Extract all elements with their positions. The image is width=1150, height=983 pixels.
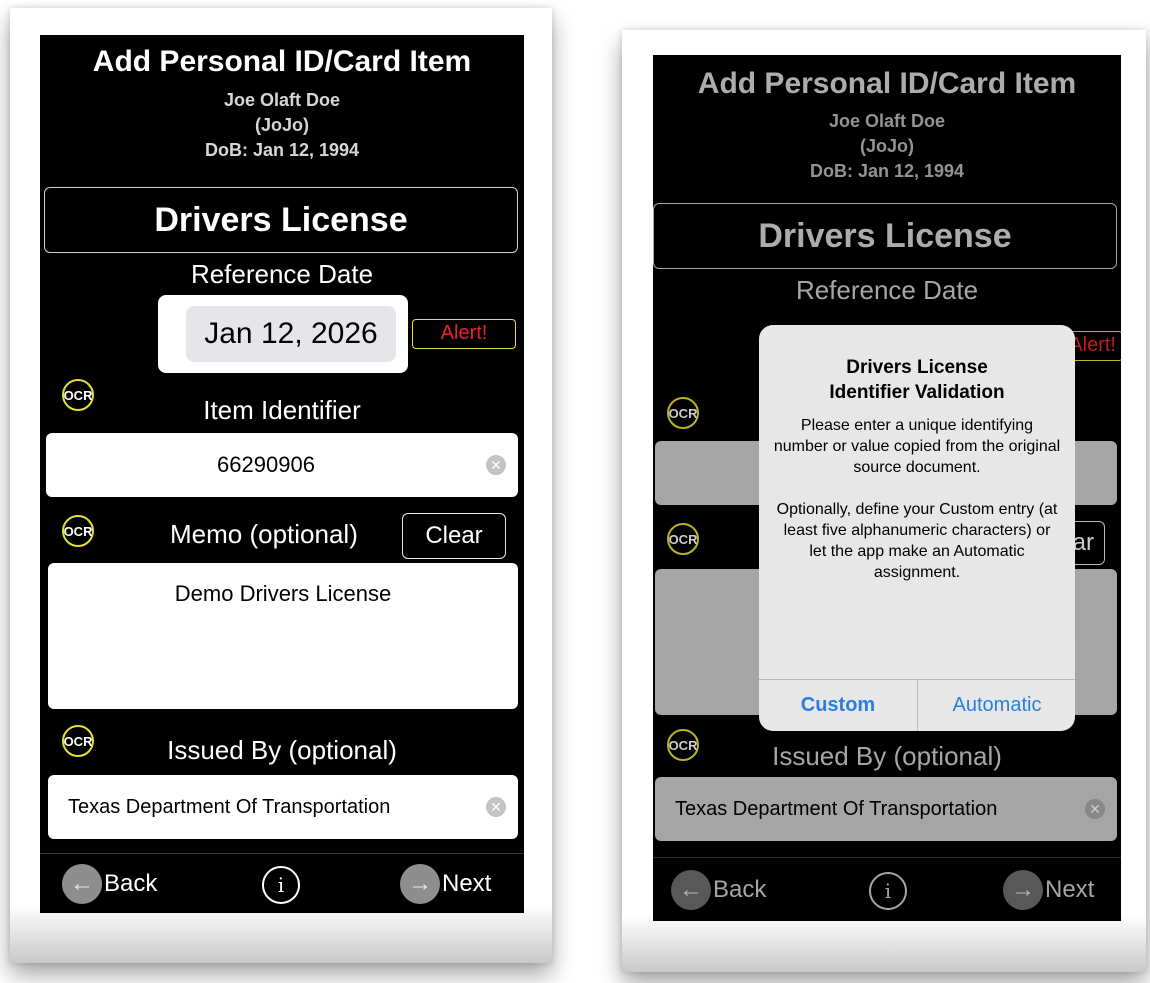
right-screenshot-card: Add Personal ID/Card Item Joe Olaft Doe … <box>622 30 1146 972</box>
next-label: Next <box>1045 876 1095 903</box>
issued-by-value: Texas Department Of Transportation <box>68 795 391 818</box>
back-arrow-icon: ← <box>671 870 711 910</box>
memo-label: Memo (optional) <box>170 519 358 549</box>
person-name: Joe Olaft Doe <box>828 111 946 131</box>
clear-icon[interactable]: ✕ <box>486 797 506 817</box>
next-label: Next <box>442 870 492 897</box>
next-arrow-icon: → <box>400 864 440 904</box>
reference-date-label: Reference Date <box>190 259 374 289</box>
ocr-icon[interactable]: OCR <box>667 523 699 555</box>
back-label: Back <box>713 876 767 903</box>
bottom-nav: ← Back i → Next <box>653 857 1121 921</box>
person-dob: DoB: Jan 12, 1994 <box>204 140 360 160</box>
item-type-label: Drivers License <box>154 201 408 239</box>
item-type-selector[interactable]: Drivers License <box>44 187 518 253</box>
person-nickname: (JoJo) <box>860 136 914 156</box>
phone-screen-left: Add Personal ID/Card Item Joe Olaft Doe … <box>40 35 524 913</box>
item-type-label: Drivers License <box>758 217 1012 255</box>
dialog-message: Please enter a unique identifying number… <box>773 417 1061 581</box>
left-screenshot-card: Add Personal ID/Card Item Joe Olaft Doe … <box>10 8 552 963</box>
back-label: Back <box>104 870 158 897</box>
item-type-selector[interactable]: Drivers License <box>653 203 1117 269</box>
issued-by-label: Issued By (optional) <box>167 735 397 765</box>
issued-by-label: Issued By (optional) <box>772 741 1002 771</box>
clear-icon[interactable]: ✕ <box>1085 799 1105 819</box>
alert-button[interactable]: Alert! <box>412 319 516 349</box>
clear-icon[interactable]: ✕ <box>486 455 506 475</box>
next-button[interactable]: → Next <box>400 864 491 904</box>
person-nickname: (JoJo) <box>255 115 309 135</box>
item-identifier-field[interactable]: 66290906 ✕ <box>46 433 518 497</box>
custom-button[interactable]: Custom <box>759 679 917 731</box>
issued-by-field[interactable]: Texas Department Of Transportation ✕ <box>655 777 1117 841</box>
dialog-title: Drivers License Identifier Validation <box>829 357 1005 403</box>
issued-by-field[interactable]: Texas Department Of Transportation ✕ <box>48 775 518 839</box>
ocr-icon[interactable]: OCR <box>62 515 94 547</box>
person-dob: DoB: Jan 12, 1994 <box>809 161 965 181</box>
phone-screen-right: Add Personal ID/Card Item Joe Olaft Doe … <box>653 55 1121 921</box>
reference-date-picker[interactable]: Jan 12, 2026 <box>186 306 396 362</box>
page-title: Add Personal ID/Card Item <box>697 67 1077 100</box>
automatic-button[interactable]: Automatic <box>918 679 1075 731</box>
next-arrow-icon: → <box>1003 870 1043 910</box>
item-identifier-value: 66290906 <box>217 452 315 477</box>
memo-field[interactable]: Demo Drivers License <box>48 563 518 709</box>
ocr-icon[interactable]: OCR <box>667 397 699 429</box>
info-icon[interactable]: i <box>262 866 300 904</box>
info-icon[interactable]: i <box>869 872 907 910</box>
bottom-nav: ← Back i → Next <box>40 853 524 913</box>
reference-date-label: Reference Date <box>795 275 979 305</box>
person-name: Joe Olaft Doe <box>223 90 341 110</box>
identifier-validation-dialog: Drivers License Identifier Validation Pl… <box>759 325 1075 731</box>
back-button[interactable]: ← Back <box>62 864 157 904</box>
back-arrow-icon: ← <box>62 864 102 904</box>
next-button[interactable]: → Next <box>1003 870 1094 910</box>
item-identifier-label: Item Identifier <box>203 395 361 425</box>
page-title: Add Personal ID/Card Item <box>92 45 472 78</box>
issued-by-value: Texas Department Of Transportation <box>675 797 998 820</box>
date-picker-frame: Jan 12, 2026 <box>158 295 408 373</box>
back-button[interactable]: ← Back <box>671 870 766 910</box>
clear-memo-button[interactable]: Clear <box>402 513 506 559</box>
